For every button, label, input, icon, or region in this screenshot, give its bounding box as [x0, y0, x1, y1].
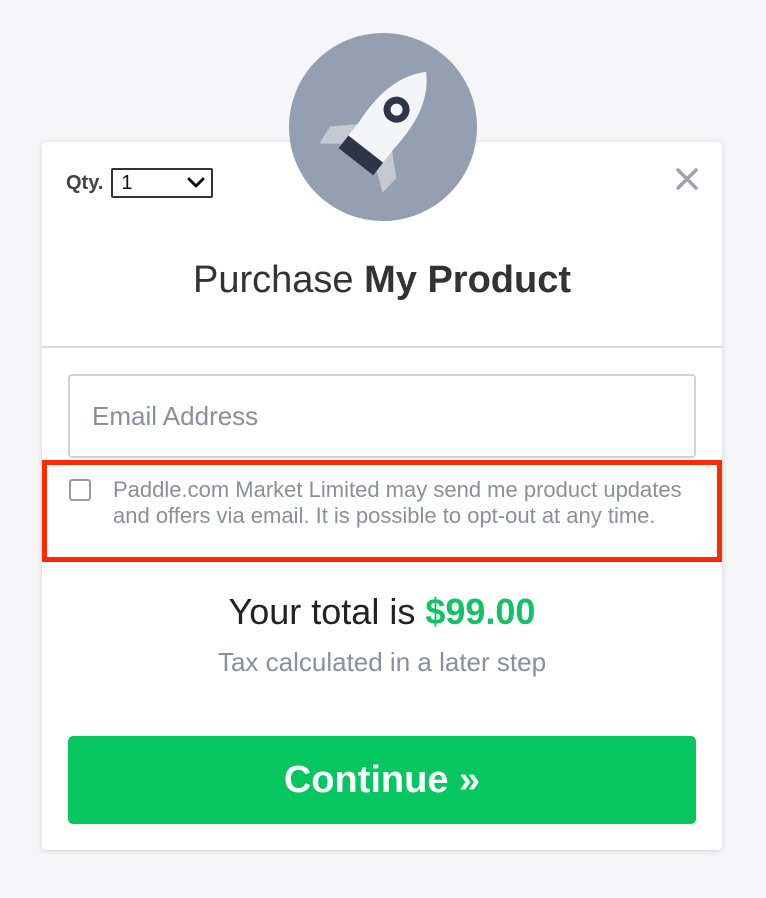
total-price: $99.00 — [425, 591, 536, 632]
checkout-dialog: Qty. 1 Purchase My Product Paddle.com Ma… — [42, 142, 722, 850]
continue-button[interactable]: Continue » — [68, 736, 696, 824]
quantity-select[interactable]: 1 — [111, 168, 214, 198]
consent-checkbox[interactable] — [69, 479, 91, 501]
divider — [42, 346, 722, 348]
quantity-control: Qty. 1 — [66, 168, 214, 198]
rocket-icon — [289, 33, 477, 221]
chevron-down-icon — [187, 177, 205, 189]
product-name: My Product — [364, 259, 571, 301]
quantity-value: 1 — [121, 171, 133, 194]
total-prefix: Your total is — [228, 591, 416, 632]
total-line: Your total is $99.00 — [42, 588, 722, 636]
page-title: Purchase My Product — [42, 256, 722, 304]
tax-note: Tax calculated in a later step — [217, 647, 547, 677]
close-icon[interactable] — [672, 164, 702, 194]
quantity-label: Qty. — [66, 171, 104, 194]
marketing-consent: Paddle.com Market Limited may send me pr… — [42, 460, 722, 562]
email-field[interactable] — [68, 374, 696, 458]
title-prefix: Purchase — [192, 259, 354, 301]
consent-text: Paddle.com Market Limited may send me pr… — [113, 477, 682, 528]
